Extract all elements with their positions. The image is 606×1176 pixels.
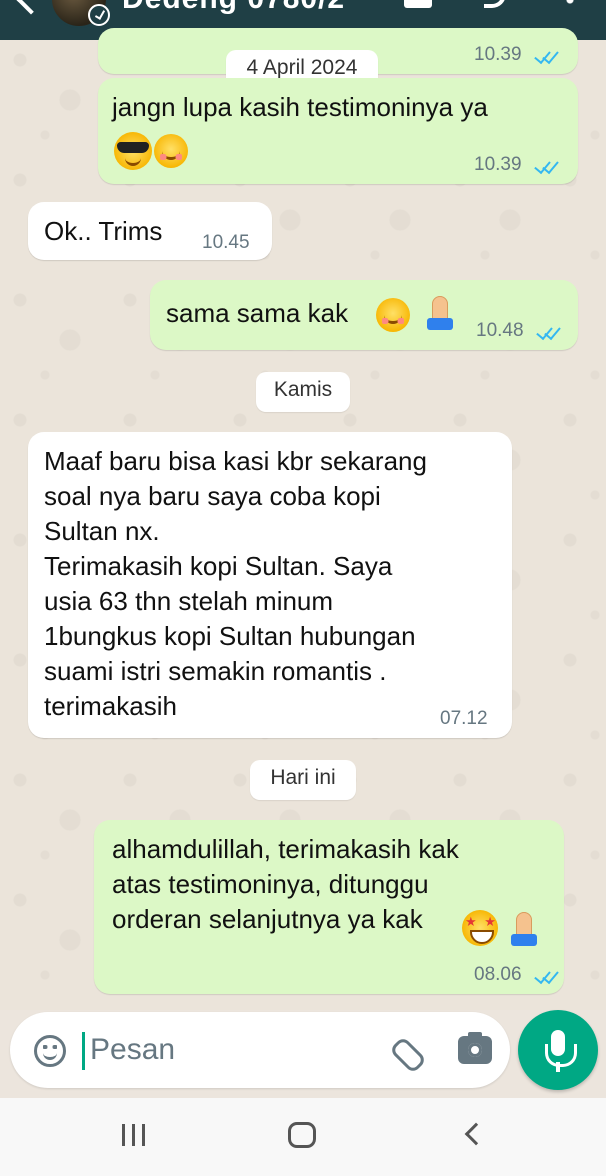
message-time: 08.06 — [474, 964, 522, 985]
arrow-left-icon[interactable] — [15, 0, 47, 15]
camera-icon[interactable] — [458, 1032, 492, 1064]
smiling-face-icon — [376, 298, 410, 332]
more-vert-icon[interactable] — [566, 0, 574, 10]
paperclip-icon[interactable] — [390, 1034, 430, 1068]
recent-apps-icon[interactable] — [120, 1124, 148, 1146]
read-receipt-icon — [534, 48, 560, 62]
message-text: Maaf baru bisa kasi kbr sekarang soal ny… — [44, 446, 427, 721]
smiling-face-with-sunglasses-icon — [114, 132, 152, 170]
folded-hands-icon — [508, 910, 540, 948]
date-separator: Hari ini — [250, 760, 356, 800]
message-time: 07.12 — [440, 708, 488, 729]
message-input[interactable] — [90, 1030, 370, 1070]
message-text: Ok.. Trims — [44, 216, 163, 246]
emoji-icon[interactable] — [34, 1035, 66, 1067]
message-time: 10.39 — [474, 154, 522, 175]
read-receipt-icon — [534, 968, 560, 982]
back-icon[interactable] — [464, 1122, 488, 1146]
message-time: 10.39 — [474, 44, 522, 65]
home-icon[interactable] — [288, 1122, 316, 1148]
folded-hands-icon — [424, 294, 456, 332]
star-struck-icon — [462, 910, 498, 946]
status-icon — [88, 4, 110, 26]
message-time: 10.48 — [476, 320, 524, 341]
message-text: jangn lupa kasih testimoninya ya — [112, 92, 488, 122]
message-bubble-outgoing[interactable]: jangn lupa kasih testimoninya ya 10.39 — [98, 78, 578, 184]
message-bubble-outgoing[interactable]: alhamdulillah, terimakasih kak atas test… — [94, 820, 564, 994]
system-navigation-bar — [0, 1098, 606, 1176]
message-time: 10.45 — [202, 232, 250, 253]
message-bubble-incoming[interactable]: Ok.. Trims 10.45 — [28, 202, 272, 260]
message-bubble-incoming[interactable]: Maaf baru bisa kasi kbr sekarang soal ny… — [28, 432, 512, 738]
phone-icon[interactable] — [484, 0, 506, 8]
date-separator: Kamis — [256, 372, 350, 412]
message-text: alhamdulillah, terimakasih kak atas test… — [112, 834, 459, 934]
text-caret — [82, 1032, 85, 1070]
read-receipt-icon — [536, 324, 562, 338]
microphone-stem — [556, 1062, 560, 1072]
smiling-face-icon — [154, 134, 188, 168]
message-text: sama sama kak — [166, 298, 349, 328]
contact-name[interactable]: Dedeng 0780/2 — [122, 0, 345, 16]
message-composer — [10, 1012, 510, 1088]
message-bubble-outgoing[interactable]: sama sama kak 10.48 — [150, 280, 578, 350]
microphone-icon[interactable] — [518, 1010, 598, 1090]
video-call-icon[interactable] — [404, 0, 432, 8]
read-receipt-icon — [534, 158, 560, 172]
